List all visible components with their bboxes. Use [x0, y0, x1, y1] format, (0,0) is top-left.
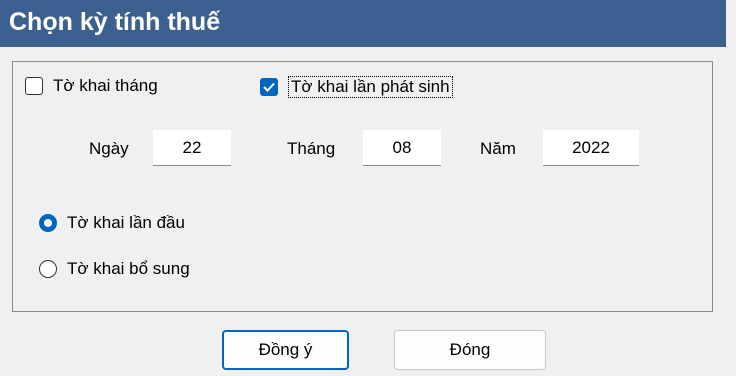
day-input[interactable]: 22	[153, 130, 231, 166]
ok-button[interactable]: Đồng ý	[222, 330, 349, 370]
year-label: Năm	[480, 139, 516, 158]
radio-selected-icon	[39, 214, 57, 232]
close-button[interactable]: Đóng	[394, 330, 546, 370]
monthly-declaration-checkbox[interactable]: Tờ khai tháng	[25, 76, 158, 96]
first-declaration-label: Tờ khai lần đầu	[67, 213, 185, 232]
occurrence-declaration-checkbox[interactable]: Tờ khai lần phát sinh	[260, 76, 453, 98]
supplementary-declaration-radio[interactable]: Tờ khai bổ sung	[39, 259, 190, 279]
checkbox-unchecked-icon	[25, 77, 43, 95]
title-bar: Chọn kỳ tính thuế	[0, 0, 726, 47]
radio-unselected-icon	[39, 260, 57, 278]
year-input[interactable]: 2022	[543, 130, 639, 166]
first-declaration-radio[interactable]: Tờ khai lần đầu	[39, 213, 185, 233]
checkmark-icon	[260, 78, 278, 96]
monthly-declaration-label: Tờ khai tháng	[53, 76, 158, 95]
dialog-title: Chọn kỳ tính thuế	[9, 8, 221, 36]
month-label: Tháng	[287, 139, 336, 158]
supplementary-declaration-label: Tờ khai bổ sung	[67, 259, 190, 278]
occurrence-declaration-label: Tờ khai lần phát sinh	[288, 76, 453, 98]
period-group-box: Tờ khai tháng Tờ khai lần phát sinh Ngày…	[12, 61, 713, 312]
day-label: Ngày	[89, 139, 129, 158]
tax-period-dialog: Chọn kỳ tính thuế Tờ khai tháng Tờ khai …	[0, 0, 736, 376]
month-input[interactable]: 08	[363, 130, 441, 166]
